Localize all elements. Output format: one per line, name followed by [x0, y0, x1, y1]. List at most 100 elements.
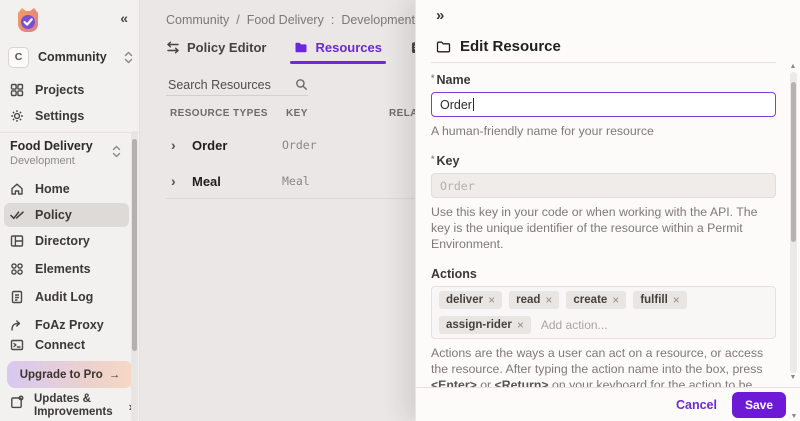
search-input[interactable]: [166, 77, 295, 93]
action-tag: read×: [509, 291, 559, 309]
row-expand-chevron-icon[interactable]: ›: [166, 137, 192, 153]
remove-tag-icon[interactable]: ×: [612, 293, 619, 307]
sidebar-item-home[interactable]: Home: [4, 178, 129, 200]
sidebar-item-label: Projects: [35, 83, 84, 97]
folder-outline-icon: [436, 40, 451, 54]
app-window: « C Community Projects Settings Food D: [0, 0, 800, 421]
drawer-scrollbar[interactable]: [790, 72, 797, 373]
breadcrumb-project[interactable]: Food Delivery: [247, 13, 324, 27]
save-button[interactable]: Save: [732, 392, 786, 418]
resource-key: Order: [282, 138, 385, 152]
sidebar-item-label: Settings: [35, 109, 84, 123]
name-input-value: Order: [440, 98, 472, 112]
breadcrumb-org[interactable]: Community: [166, 13, 229, 27]
drawer-title-text: Edit Resource: [460, 38, 561, 55]
resource-name: Order: [192, 138, 282, 153]
sidebar-item-label: FoAz Proxy: [35, 318, 104, 332]
scroll-down-arrow-icon[interactable]: ▼: [789, 374, 797, 381]
actions-label: Actions: [431, 267, 776, 281]
sidebar-item-label: Audit Log: [35, 290, 93, 304]
sidebar-item-connect[interactable]: Connect: [4, 334, 129, 356]
remove-tag-icon[interactable]: ×: [673, 293, 680, 307]
project-selector[interactable]: Food Delivery Development: [10, 139, 131, 167]
name-input[interactable]: Order: [431, 92, 776, 117]
remove-tag-icon[interactable]: ×: [517, 318, 524, 332]
drawer-body: *Name Order A human-friendly name for yo…: [431, 66, 776, 421]
add-action-placeholder: Add action...: [541, 318, 608, 332]
drawer-divider: [431, 62, 776, 63]
drawer-collapse-button[interactable]: »: [436, 7, 443, 24]
row-expand-chevron-icon[interactable]: ›: [166, 173, 192, 189]
remove-tag-icon[interactable]: ×: [545, 293, 552, 307]
name-label: *Name: [431, 73, 776, 87]
sidebar-scrollbar-thumb[interactable]: [132, 139, 137, 351]
name-helper-text: A human-friendly name for your resource: [431, 123, 776, 139]
scroll-up-arrow-icon[interactable]: ▲: [789, 63, 797, 70]
search-icon: [295, 78, 308, 91]
breadcrumb-separator: :: [331, 13, 334, 27]
proxy-arrow-icon: [10, 318, 24, 332]
arrow-right-icon: →: [109, 369, 121, 381]
gear-icon: [10, 109, 24, 123]
home-icon: [10, 182, 24, 196]
required-mark: *: [431, 73, 435, 83]
upgrade-to-pro-button[interactable]: Upgrade to Pro →: [7, 361, 133, 388]
action-tag: create×: [566, 291, 626, 309]
page-scroll-down-arrow-icon[interactable]: ▼: [790, 413, 798, 420]
sidebar-collapse-button[interactable]: «: [120, 10, 127, 26]
chevron-updown-icon: [112, 145, 121, 158]
drawer-title: Edit Resource: [436, 38, 561, 55]
sidebar-divider: [0, 132, 139, 133]
sidebar-item-label: Updates & Improvements: [34, 393, 129, 419]
sidebar-item-directory[interactable]: Directory: [4, 230, 129, 252]
resource-name: Meal: [192, 174, 282, 189]
table-row-divider: [166, 198, 421, 199]
cancel-button[interactable]: Cancel: [676, 398, 717, 412]
sidebar: « C Community Projects Settings Food D: [0, 0, 140, 421]
sidebar-item-label: Connect: [35, 338, 85, 352]
key-input-value: Order: [440, 179, 475, 193]
sidebar-item-label: Directory: [35, 234, 90, 248]
key-helper-text: Use this key in your code or when workin…: [431, 204, 776, 252]
action-tag: deliver×: [439, 291, 502, 309]
actions-tag-input[interactable]: deliver× read× create× fulfill× assign-r…: [431, 286, 776, 339]
sidebar-item-updates[interactable]: Updates & Improvements ›: [10, 393, 133, 419]
sidebar-item-label: Home: [35, 182, 70, 196]
breadcrumb-separator: /: [236, 13, 239, 27]
remove-tag-icon[interactable]: ×: [488, 293, 495, 307]
sidebar-item-policy[interactable]: Policy: [4, 203, 129, 227]
key-input: Order: [431, 173, 776, 198]
text-caret: [473, 98, 474, 111]
directory-icon: [10, 234, 24, 248]
required-mark: *: [431, 154, 435, 164]
sidebar-item-foaz-proxy[interactable]: FoAz Proxy: [4, 314, 129, 336]
sidebar-scrollbar[interactable]: [131, 131, 138, 421]
breadcrumb-environment[interactable]: Development: [341, 13, 415, 27]
sidebar-item-audit-log[interactable]: Audit Log: [4, 286, 129, 308]
terminal-icon: [10, 338, 24, 352]
sidebar-item-elements[interactable]: Elements: [4, 258, 129, 280]
key-label: *Key: [431, 154, 776, 168]
key-field-group: *Key Order Use this key in your code or …: [431, 154, 776, 252]
drawer-footer: Cancel Save: [416, 387, 800, 421]
permit-logo-icon: [13, 5, 43, 35]
tab-policy-editor[interactable]: Policy Editor: [166, 40, 266, 64]
sidebar-item-settings[interactable]: Settings: [4, 105, 129, 127]
tab-label: Policy Editor: [187, 40, 266, 55]
swap-arrows-icon: [166, 41, 180, 54]
updates-icon: [10, 395, 24, 409]
drawer-scrollbar-thumb[interactable]: [791, 82, 796, 242]
name-field-group: *Name Order A human-friendly name for yo…: [431, 73, 776, 139]
org-name: Community: [38, 50, 124, 64]
folder-icon: [294, 41, 308, 54]
column-key: KEY: [286, 108, 389, 119]
sidebar-item-projects[interactable]: Projects: [4, 79, 129, 101]
elements-icon: [10, 262, 24, 276]
org-selector[interactable]: C Community: [8, 44, 133, 70]
tab-resources[interactable]: Resources: [294, 40, 381, 64]
column-resource-types: RESOURCE TYPES: [170, 108, 286, 119]
action-tag: fulfill×: [633, 291, 686, 309]
document-icon: [10, 290, 24, 304]
search-field[interactable]: [166, 74, 308, 96]
grid-icon: [10, 83, 24, 97]
